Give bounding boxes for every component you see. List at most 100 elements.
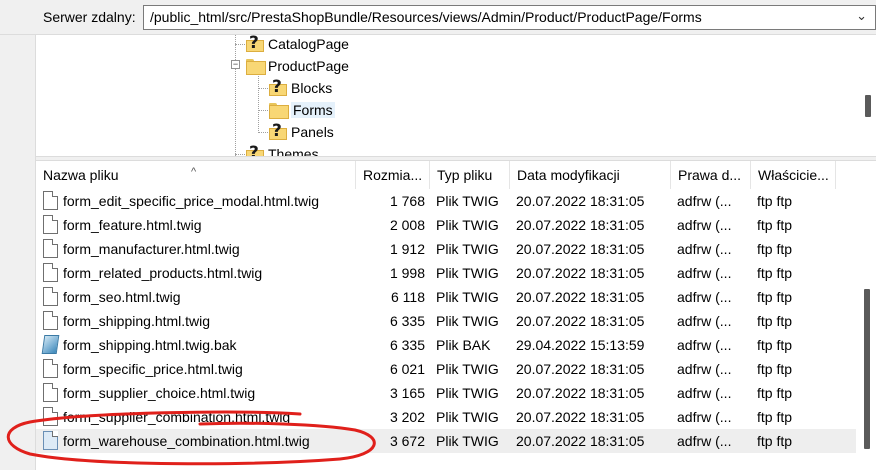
file-date-cell: 20.07.2022 18:31:05 bbox=[516, 289, 645, 305]
file-size-cell: 1 998 bbox=[389, 265, 425, 281]
column-header-owner[interactable]: Właścicie... bbox=[751, 161, 836, 189]
tree-node-catalogpage[interactable]: ? CatalogPage bbox=[246, 35, 349, 55]
file-owner-cell: ftp ftp bbox=[757, 313, 793, 329]
file-owner-cell: ftp ftp bbox=[757, 217, 793, 233]
file-date-cell: 20.07.2022 18:31:05 bbox=[516, 409, 645, 425]
tree-scrollbar-thumb[interactable] bbox=[865, 95, 871, 117]
file-owner-cell: ftp ftp bbox=[757, 409, 793, 425]
file-date-cell: 20.07.2022 18:31:05 bbox=[516, 193, 645, 209]
file-name-cell: form_shipping.html.twig bbox=[63, 313, 211, 329]
tree-scrollbar[interactable] bbox=[859, 35, 876, 156]
file-name-cell: form_feature.html.twig bbox=[63, 217, 202, 233]
tree-connector bbox=[235, 44, 245, 45]
folder-icon bbox=[246, 59, 266, 75]
tree-node-forms[interactable]: Forms bbox=[269, 99, 335, 121]
column-header-type[interactable]: Typ pliku bbox=[430, 161, 510, 189]
file-size-cell: 1 768 bbox=[389, 193, 425, 209]
folder-icon bbox=[269, 103, 289, 119]
column-header-name[interactable]: Nazwa pliku ^ bbox=[36, 161, 356, 189]
remote-path-input[interactable]: /public_html/src/PrestaShopBundle/Resour… bbox=[143, 5, 876, 30]
file-owner-cell: ftp ftp bbox=[757, 361, 793, 377]
file-icon bbox=[43, 359, 58, 378]
chevron-down-icon[interactable]: ⌄ bbox=[856, 8, 867, 24]
tree-connector bbox=[258, 110, 268, 111]
file-date-cell: 20.07.2022 18:31:05 bbox=[516, 241, 645, 257]
table-row[interactable]: form_related_products.html.twig 1 998 Plik… bbox=[36, 261, 856, 285]
file-owner-cell: ftp ftp bbox=[757, 241, 793, 257]
file-permissions-cell: adfrw (... bbox=[677, 433, 732, 449]
file-owner-cell: ftp ftp bbox=[757, 193, 793, 209]
table-row[interactable]: form_edit_specific_price_modal.html.twig… bbox=[36, 189, 856, 213]
file-permissions-cell: adfrw (... bbox=[677, 337, 732, 353]
folder-question-icon: ? bbox=[269, 121, 287, 141]
table-row[interactable]: form_shipping.html.twig 6 335 Plik TWIG 20.… bbox=[36, 309, 856, 333]
tree-node-blocks[interactable]: ? Blocks bbox=[269, 77, 332, 99]
file-icon bbox=[43, 431, 58, 450]
table-row[interactable]: form_supplier_combination.html.twig 3 202… bbox=[36, 405, 856, 429]
file-size-cell: 3 202 bbox=[389, 409, 425, 425]
file-permissions-cell: adfrw (... bbox=[677, 409, 732, 425]
file-size-cell: 2 008 bbox=[389, 217, 425, 233]
tree-node-themes[interactable]: ? Themes bbox=[246, 143, 319, 156]
file-type-cell: Plik BAK bbox=[436, 337, 491, 353]
table-row[interactable]: form_manufacturer.html.twig 1 912 Plik TWI… bbox=[36, 237, 856, 261]
file-name-cell: form_manufacturer.html.twig bbox=[63, 241, 240, 257]
column-header-label: Typ pliku bbox=[437, 167, 493, 183]
column-header-label: Rozmia... bbox=[363, 167, 423, 183]
tree-connector bbox=[235, 154, 245, 155]
file-type-cell: Plik TWIG bbox=[436, 217, 499, 233]
tree-node-productpage[interactable]: ProductPage bbox=[246, 55, 349, 77]
file-name-cell: form_edit_specific_price_modal.html.twig bbox=[63, 193, 319, 209]
file-icon bbox=[43, 311, 58, 330]
remote-server-label: Serwer zdalny: bbox=[43, 9, 136, 25]
file-list-header: Nazwa pliku ^ Rozmia... Typ pliku Data m… bbox=[36, 161, 876, 189]
tree-node-panels[interactable]: ? Panels bbox=[269, 121, 334, 143]
tree-node-label: Themes bbox=[268, 146, 319, 156]
file-date-cell: 20.07.2022 18:31:05 bbox=[516, 385, 645, 401]
file-name-cell: form_supplier_combination.html.twig bbox=[63, 409, 291, 425]
file-permissions-cell: adfrw (... bbox=[677, 241, 732, 257]
bak-file-icon bbox=[41, 335, 60, 354]
column-header-label: Właścicie... bbox=[758, 167, 829, 183]
table-row[interactable]: form_seo.html.twig 6 118 Plik TWIG 20.07.20… bbox=[36, 285, 856, 309]
file-name-cell: form_related_products.html.twig bbox=[63, 265, 263, 281]
file-type-cell: Plik TWIG bbox=[436, 241, 499, 257]
column-header-label: Data modyfikacji bbox=[517, 167, 620, 183]
file-permissions-cell: adfrw (... bbox=[677, 289, 732, 305]
file-icon bbox=[43, 407, 58, 426]
remote-directory-tree: ? CatalogPage − ProductPage ? Blocks For… bbox=[36, 35, 876, 156]
file-size-cell: 6 335 bbox=[389, 313, 425, 329]
tree-node-label: Forms bbox=[291, 102, 335, 118]
file-list-scrollbar-thumb[interactable] bbox=[864, 289, 870, 449]
column-header-date[interactable]: Data modyfikacji bbox=[510, 161, 671, 189]
file-type-cell: Plik TWIG bbox=[436, 313, 499, 329]
tree-connector bbox=[235, 35, 236, 156]
column-header-size[interactable]: Rozmia... bbox=[356, 161, 430, 189]
table-row[interactable]: form_warehouse_combination.html.twig 3 67… bbox=[36, 429, 856, 453]
tree-node-label: CatalogPage bbox=[268, 36, 349, 52]
table-row[interactable]: form_specific_price.html.twig 6 021 Plik T… bbox=[36, 357, 856, 381]
file-icon bbox=[43, 383, 58, 402]
file-permissions-cell: adfrw (... bbox=[677, 217, 732, 233]
table-row[interactable]: form_supplier_choice.html.twig 3 165 Plik … bbox=[36, 381, 856, 405]
file-list-scrollbar[interactable] bbox=[856, 189, 876, 470]
file-permissions-cell: adfrw (... bbox=[677, 265, 732, 281]
file-name-cell: form_shipping.html.twig.bak bbox=[63, 337, 237, 353]
file-type-cell: Plik TWIG bbox=[436, 409, 499, 425]
remote-path-text: /public_html/src/PrestaShopBundle/Resour… bbox=[150, 9, 702, 25]
column-header-permissions[interactable]: Prawa d... bbox=[671, 161, 751, 189]
file-permissions-cell: adfrw (... bbox=[677, 361, 732, 377]
tree-node-label: ProductPage bbox=[268, 58, 349, 74]
tree-connector bbox=[258, 132, 268, 133]
column-header-label: Prawa d... bbox=[678, 167, 742, 183]
collapse-toggle-icon[interactable]: − bbox=[231, 60, 240, 69]
table-row[interactable]: form_shipping.html.twig.bak 6 335 Plik BAK… bbox=[36, 333, 856, 357]
file-date-cell: 20.07.2022 18:31:05 bbox=[516, 265, 645, 281]
file-owner-cell: ftp ftp bbox=[757, 289, 793, 305]
folder-question-icon: ? bbox=[246, 35, 264, 53]
table-row[interactable]: form_feature.html.twig 2 008 Plik TWIG 20.0… bbox=[36, 213, 856, 237]
file-date-cell: 20.07.2022 18:31:05 bbox=[516, 313, 645, 329]
tree-connector bbox=[258, 71, 259, 133]
file-icon bbox=[43, 287, 58, 306]
file-date-cell: 20.07.2022 18:31:05 bbox=[516, 217, 645, 233]
